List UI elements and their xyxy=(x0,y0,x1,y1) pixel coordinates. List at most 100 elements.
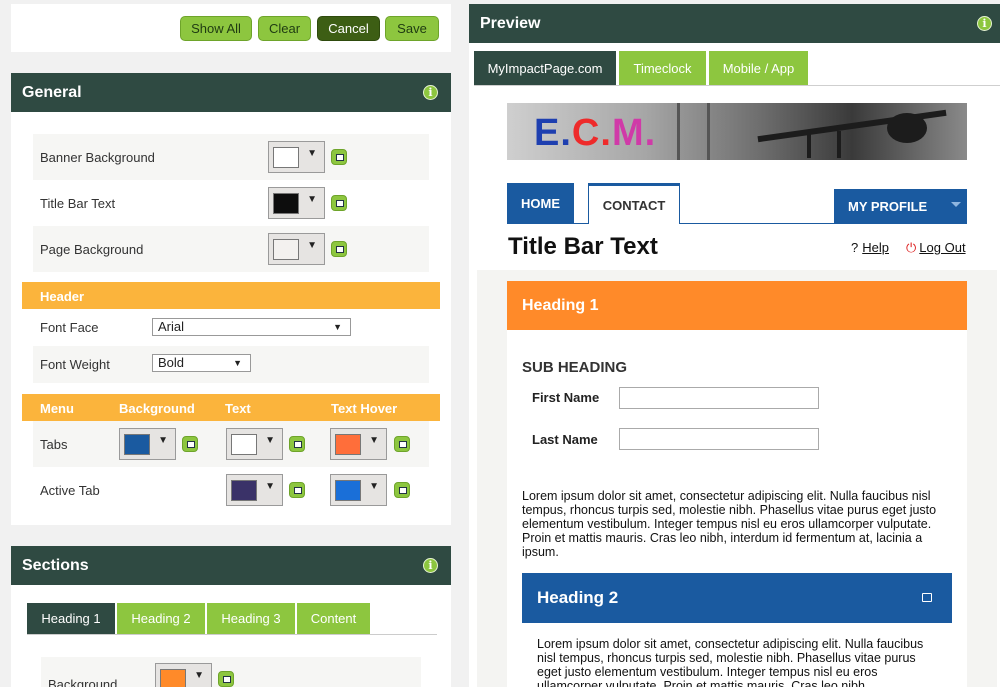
info-icon[interactable]: i xyxy=(423,85,438,100)
color-swatch xyxy=(160,669,186,687)
font-face-value: Arial xyxy=(158,319,185,334)
content-area xyxy=(507,281,967,687)
active-tab-text-color-picker[interactable]: ▼ xyxy=(226,474,283,506)
active-tab-label: Active Tab xyxy=(40,482,100,498)
font-face-select[interactable]: Arial ▼ xyxy=(152,318,351,336)
color-swatch xyxy=(335,480,361,501)
preview-panel: Preview i MyImpactPage.com Timeclock Mob… xyxy=(469,4,1000,687)
cancel-button[interactable]: Cancel xyxy=(317,16,380,41)
dropdown-caret-icon: ▼ xyxy=(307,240,317,251)
sections-title: Sections xyxy=(22,556,89,574)
image-picker-icon[interactable] xyxy=(394,482,410,498)
color-swatch xyxy=(273,239,299,260)
image-picker-icon[interactable] xyxy=(289,482,305,498)
tab-heading-3[interactable]: Heading 3 xyxy=(207,603,295,634)
color-swatch xyxy=(124,434,150,455)
font-weight-select[interactable]: Bold ▼ xyxy=(152,354,251,372)
show-all-button[interactable]: Show All xyxy=(180,16,252,41)
menu-section-bar: Menu Background Text Text Hover xyxy=(22,394,440,421)
image-picker-icon[interactable] xyxy=(331,149,347,165)
info-icon[interactable]: i xyxy=(423,558,438,573)
font-weight-label: Font Weight xyxy=(40,357,110,372)
general-panel-header: General i xyxy=(11,73,451,112)
tabs-text-color-picker[interactable]: ▼ xyxy=(226,428,283,460)
section-background-row: Background ▼ xyxy=(41,657,421,687)
general-panel: General i Banner Background ▼ Title Bar … xyxy=(11,73,451,525)
save-button[interactable]: Save xyxy=(385,16,439,41)
sections-panel: Sections i Heading 1 Heading 2 Heading 3… xyxy=(11,546,451,687)
clear-button[interactable]: Clear xyxy=(258,16,311,41)
banner-background-row: Banner Background ▼ xyxy=(33,134,429,180)
image-picker-icon[interactable] xyxy=(331,195,347,211)
ecm-logo: E.C.M. xyxy=(534,112,657,154)
preview-header: Preview i xyxy=(469,4,1000,43)
color-swatch xyxy=(335,434,361,455)
color-swatch xyxy=(231,480,257,501)
menu-column-label: Menu xyxy=(40,401,74,416)
dropdown-caret-icon: ▼ xyxy=(369,481,379,492)
banner-background-label: Banner Background xyxy=(40,149,155,165)
section-background-label: Background xyxy=(48,676,118,687)
preview-title: Preview xyxy=(480,14,541,32)
tab-timeclock[interactable]: Timeclock xyxy=(619,51,706,85)
image-picker-icon[interactable] xyxy=(331,241,347,257)
first-name-field[interactable] xyxy=(619,387,819,409)
color-swatch xyxy=(273,147,299,168)
sub-heading: SUB HEADING xyxy=(522,359,628,376)
text-hover-column-label: Text Hover xyxy=(331,401,398,416)
image-picker-icon[interactable] xyxy=(218,671,234,687)
tabs-background-color-picker[interactable]: ▼ xyxy=(119,428,176,460)
dropdown-caret-icon: ▼ xyxy=(333,322,342,332)
tabs-row: Tabs ▼ ▼ ▼ xyxy=(33,421,429,467)
font-weight-row: Font Weight Bold ▼ xyxy=(33,346,429,383)
font-weight-value: Bold xyxy=(158,355,185,370)
heading-2-bar: Heading 2 xyxy=(522,573,952,623)
print-icon[interactable] xyxy=(922,593,932,602)
dropdown-caret-icon: ▼ xyxy=(307,148,317,159)
first-name-label: First Name xyxy=(532,390,600,405)
help-label: Help xyxy=(862,240,889,255)
tab-heading-2[interactable]: Heading 2 xyxy=(117,603,205,634)
text-column-label: Text xyxy=(225,401,251,416)
title-bar-text-color-picker[interactable]: ▼ xyxy=(268,187,325,219)
page-background-row: Page Background ▼ xyxy=(33,226,429,272)
logout-link[interactable]: ⏻ Log Out xyxy=(906,240,966,256)
heading-2-text: Heading 2 xyxy=(537,588,619,607)
preview-tab-divider xyxy=(474,85,1000,86)
font-face-row: Font Face Arial ▼ xyxy=(33,309,429,346)
nav-contact[interactable]: CONTACT xyxy=(588,183,680,224)
title-bar-text-label: Title Bar Text xyxy=(40,195,116,211)
active-tab-row: Active Tab ▼ ▼ xyxy=(33,467,429,513)
banner-background-color-picker[interactable]: ▼ xyxy=(268,141,325,173)
dropdown-caret-icon: ▼ xyxy=(307,194,317,205)
nav-home[interactable]: HOME xyxy=(507,183,574,223)
dropdown-caret-icon: ▼ xyxy=(265,481,275,492)
color-swatch xyxy=(273,193,299,214)
tabs-label: Tabs xyxy=(40,436,68,452)
image-picker-icon[interactable] xyxy=(394,436,410,452)
tab-myimpactpage[interactable]: MyImpactPage.com xyxy=(474,51,616,85)
general-title: General xyxy=(22,83,82,101)
image-picker-icon[interactable] xyxy=(289,436,305,452)
nav-my-profile[interactable]: MY PROFILE xyxy=(834,189,967,223)
info-icon[interactable]: i xyxy=(977,16,992,31)
tab-divider xyxy=(27,634,437,635)
chevron-down-icon xyxy=(951,202,961,207)
help-icon: ? xyxy=(851,240,859,255)
tab-content[interactable]: Content xyxy=(297,603,370,634)
tab-mobile-app[interactable]: Mobile / App xyxy=(709,51,808,85)
banner-image: E.C.M. xyxy=(507,103,967,160)
heading-1-bar: Heading 1 xyxy=(507,281,967,330)
image-picker-icon[interactable] xyxy=(182,436,198,452)
last-name-field[interactable] xyxy=(619,428,819,450)
dropdown-caret-icon: ▼ xyxy=(233,358,242,368)
tabs-text-hover-color-picker[interactable]: ▼ xyxy=(330,428,387,460)
tab-heading-1[interactable]: Heading 1 xyxy=(27,603,115,634)
active-tab-text-hover-color-picker[interactable]: ▼ xyxy=(330,474,387,506)
section-background-color-picker[interactable]: ▼ xyxy=(155,663,212,687)
title-bar-text-row: Title Bar Text ▼ xyxy=(33,180,429,226)
paragraph-2: Lorem ipsum dolor sit amet, consectetur … xyxy=(537,637,924,687)
help-link[interactable]: ? Help xyxy=(851,240,889,255)
page-background-color-picker[interactable]: ▼ xyxy=(268,233,325,265)
font-face-label: Font Face xyxy=(40,320,99,335)
